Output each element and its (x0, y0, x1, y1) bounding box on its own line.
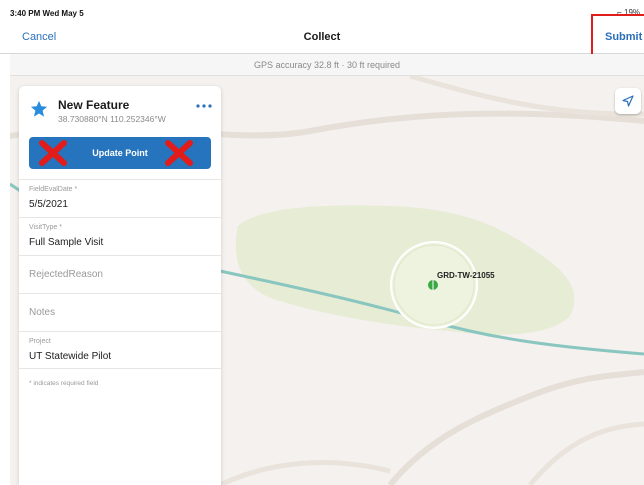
field-value: 5/5/2021 (29, 199, 68, 210)
update-point-label: Update Point (92, 148, 148, 158)
nav-bar: Cancel Collect Submit (0, 22, 644, 54)
gps-accuracy-banner: GPS accuracy 32.8 ft · 30 ft required (10, 54, 644, 76)
field-placeholder: RejectedReason (29, 269, 103, 280)
field-value: Full Sample Visit (29, 237, 104, 248)
map-point-label: GRD-TW-21055 (437, 271, 495, 280)
update-point-button[interactable]: Update Point (29, 137, 211, 169)
field-notes[interactable]: Notes (19, 293, 221, 331)
cancel-button[interactable]: Cancel (22, 31, 56, 43)
feature-header: New Feature 38.730880°N 110.252346°W (19, 86, 221, 132)
red-x-mark-icon (39, 140, 67, 166)
feature-coordinates: 38.730880°N 110.252346°W (58, 114, 166, 124)
status-time: 3:40 PM Wed May 5 (10, 9, 84, 18)
feature-panel: New Feature 38.730880°N 110.252346°W Upd… (19, 86, 221, 485)
field-label: FieldEvalDate * (29, 186, 78, 193)
ellipsis-icon[interactable] (195, 102, 213, 110)
red-x-mark-icon (165, 140, 193, 166)
star-icon (30, 100, 48, 117)
field-visittype[interactable]: VisitType * Full Sample Visit (19, 217, 221, 255)
field-label: Project (29, 338, 51, 345)
field-placeholder: Notes (29, 307, 56, 318)
field-fieldevaldate[interactable]: FieldEvalDate * 5/5/2021 (19, 179, 221, 217)
page-title: Collect (303, 31, 341, 43)
field-value: UT Statewide Pilot (29, 351, 112, 362)
location-arrow-icon (622, 95, 634, 107)
locate-button[interactable] (615, 88, 641, 114)
status-bar: 3:40 PM Wed May 5 ⌐ 19% (0, 0, 644, 22)
field-label: VisitType * (29, 224, 62, 231)
feature-title: New Feature (58, 98, 130, 112)
field-rejectedreason[interactable]: RejectedReason (19, 255, 221, 293)
required-field-note: * indicates required field (29, 380, 99, 387)
field-project[interactable]: Project UT Statewide Pilot (19, 331, 221, 369)
